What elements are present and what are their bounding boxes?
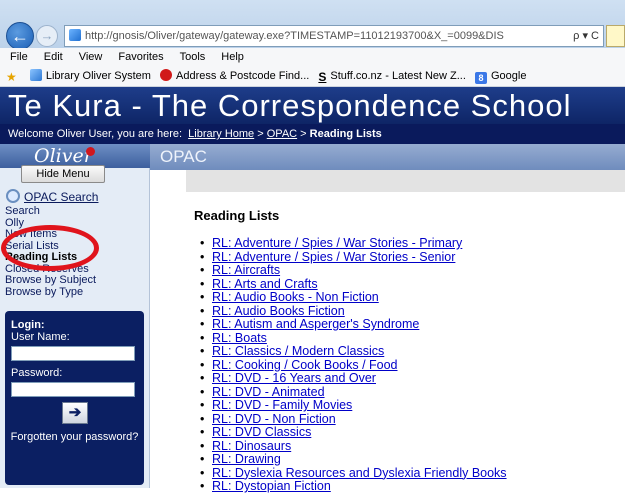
username-input[interactable] bbox=[11, 346, 135, 361]
menu-help[interactable]: Help bbox=[221, 51, 244, 63]
favorites-bar: ★ Library Oliver System Address & Postco… bbox=[0, 66, 625, 87]
list-item[interactable]: RL: DVD Classics bbox=[200, 425, 507, 440]
menu-tools[interactable]: Tools bbox=[180, 51, 206, 63]
crumb-separator: > bbox=[300, 128, 307, 140]
menu-file[interactable]: File bbox=[10, 51, 28, 63]
sidebar-item-new-items[interactable]: New Items bbox=[5, 228, 96, 241]
menu-view[interactable]: View bbox=[79, 51, 103, 63]
menu-favorites[interactable]: Favorites bbox=[118, 51, 163, 63]
list-item[interactable]: RL: Boats bbox=[200, 331, 507, 346]
logo-dot-icon bbox=[86, 147, 95, 156]
list-item[interactable]: RL: Dinosaurs bbox=[200, 439, 507, 454]
favorites-star-icon[interactable]: ★ bbox=[6, 66, 21, 86]
login-title: Login: bbox=[11, 319, 45, 331]
list-item[interactable]: RL: Drawing bbox=[200, 452, 507, 467]
forward-button[interactable]: → bbox=[36, 25, 58, 47]
section-header: OPAC bbox=[150, 144, 625, 170]
list-item[interactable]: RL: Aircrafts bbox=[200, 263, 507, 278]
sidebar: Oliver Hide Menu OPAC Search Search Olly… bbox=[0, 144, 150, 488]
crumb-opac[interactable]: OPAC bbox=[267, 128, 297, 140]
favorite-library-oliver[interactable]: Library Oliver System bbox=[29, 66, 151, 86]
red-circle-icon bbox=[160, 69, 173, 81]
list-item[interactable]: RL: DVD - Family Movies bbox=[200, 398, 507, 413]
site-banner: Te Kura - The Correspondence School bbox=[0, 87, 625, 124]
page-title: Reading Lists bbox=[194, 208, 280, 223]
password-label: Password: bbox=[11, 367, 63, 379]
password-input[interactable] bbox=[11, 382, 135, 397]
list-item[interactable]: RL: Audio Books Fiction bbox=[200, 304, 507, 319]
section-title: OPAC bbox=[160, 147, 207, 166]
menu-edit[interactable]: Edit bbox=[44, 51, 63, 63]
address-bar[interactable]: http://gnosis/Oliver/gateway/gateway.exe… bbox=[64, 25, 604, 47]
list-item[interactable]: RL: Autism and Asperger's Syndrome bbox=[200, 317, 507, 332]
forgot-password-link[interactable]: Forgotten your password? bbox=[5, 431, 144, 443]
list-item[interactable]: RL: Audio Books - Non Fiction bbox=[200, 290, 507, 305]
sidebar-item-reading-lists[interactable]: Reading Lists bbox=[5, 251, 96, 264]
list-item[interactable]: RL: Adventure / Spies / War Stories - Se… bbox=[200, 250, 507, 265]
page-icon bbox=[29, 69, 42, 81]
list-item[interactable]: RL: DVD - 16 Years and Over bbox=[200, 371, 507, 386]
browser-toolbar: ← → http://gnosis/Oliver/gateway/gateway… bbox=[0, 0, 625, 50]
search-icon bbox=[6, 189, 20, 203]
reading-lists: RL: Adventure / Spies / War Stories - Pr… bbox=[200, 236, 507, 494]
login-arrow-button[interactable]: ➔ bbox=[62, 402, 88, 424]
favorite-stuff[interactable]: S Stuff.co.nz - Latest New Z... bbox=[318, 66, 466, 86]
toolbar-strip bbox=[186, 170, 625, 193]
sidebar-item-search[interactable]: Search bbox=[5, 205, 96, 218]
login-panel: Login: User Name: Password: ➔ Forgotten … bbox=[5, 311, 144, 485]
list-item[interactable]: RL: Dyslexia Resources and Dyslexia Frie… bbox=[200, 466, 507, 481]
browser-tab[interactable] bbox=[606, 25, 625, 47]
breadcrumb: Welcome Oliver User, you are here: Libra… bbox=[0, 124, 625, 144]
sidebar-nav: Search Olly New Items Serial Lists Readi… bbox=[5, 205, 96, 299]
main-content: Reading Lists RL: Adventure / Spies / Wa… bbox=[150, 192, 625, 493]
list-item[interactable]: RL: DVD - Animated bbox=[200, 385, 507, 400]
menu-bar: File Edit View Favorites Tools Help bbox=[0, 48, 625, 66]
sidebar-item-browse-type[interactable]: Browse by Type bbox=[5, 286, 96, 299]
opac-search-link[interactable]: OPAC Search bbox=[6, 189, 98, 204]
favorite-google[interactable]: 8 Google bbox=[475, 66, 526, 86]
crumb-separator: > bbox=[257, 128, 264, 140]
list-item[interactable]: RL: DVD - Non Fiction bbox=[200, 412, 507, 427]
list-item[interactable]: RL: Cooking / Cook Books / Food bbox=[200, 358, 507, 373]
sidebar-item-browse-subject[interactable]: Browse by Subject bbox=[5, 274, 96, 287]
list-item[interactable]: RL: Adventure / Spies / War Stories - Pr… bbox=[200, 236, 507, 251]
list-item[interactable]: RL: Arts and Crafts bbox=[200, 277, 507, 292]
back-button[interactable]: ← bbox=[6, 22, 34, 50]
crumb-library-home[interactable]: Library Home bbox=[188, 128, 254, 140]
google-icon: 8 bbox=[475, 72, 487, 84]
list-item[interactable]: RL: Classics / Modern Classics bbox=[200, 344, 507, 359]
url-text: http://gnosis/Oliver/gateway/gateway.exe… bbox=[85, 30, 504, 42]
s-logo-icon: S bbox=[318, 70, 327, 84]
favorite-address-postcode[interactable]: Address & Postcode Find... bbox=[160, 66, 309, 86]
username-label: User Name: bbox=[11, 331, 70, 343]
crumb-current: Reading Lists bbox=[309, 128, 382, 140]
hide-menu-button[interactable]: Hide Menu bbox=[21, 165, 105, 183]
list-item[interactable]: RL: Dystopian Fiction bbox=[200, 479, 507, 494]
welcome-text: Welcome Oliver User, you are here: bbox=[8, 128, 183, 140]
page-icon bbox=[69, 29, 81, 41]
address-controls[interactable]: ρ ▾ C bbox=[573, 26, 599, 46]
